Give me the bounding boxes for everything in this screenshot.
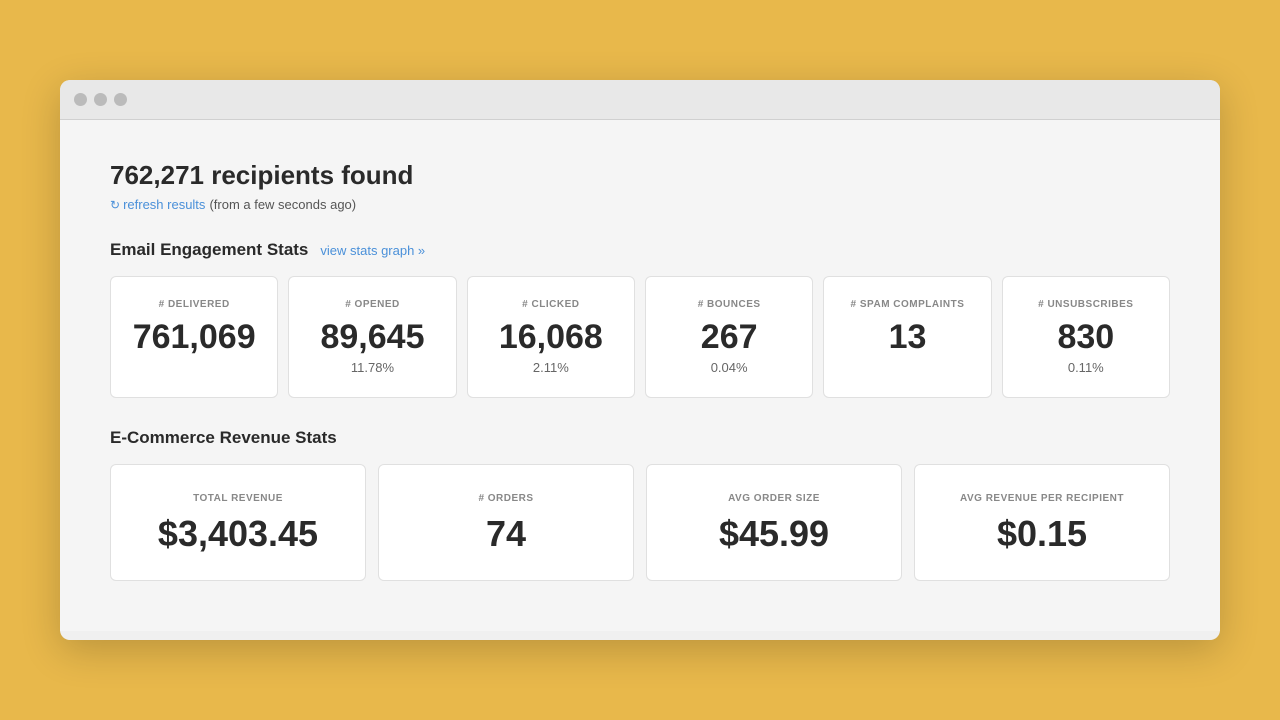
email-stat-card-0: # DELIVERED 761,069 (110, 276, 278, 398)
email-stat-card-1: # OPENED 89,645 11.78% (288, 276, 456, 398)
revenue-card-3: AVG REVENUE PER RECIPIENT $0.15 (914, 464, 1170, 581)
window-dot-yellow (94, 93, 107, 106)
refresh-icon: ↻ (110, 198, 120, 212)
refresh-link[interactable]: ↻ refresh results (110, 197, 205, 212)
stat-label-0: # DELIVERED (159, 299, 230, 310)
revenue-label-3: AVG REVENUE PER RECIPIENT (960, 493, 1124, 504)
email-stat-card-3: # BOUNCES 267 0.04% (645, 276, 813, 398)
revenue-card-0: TOTAL REVENUE $3,403.45 (110, 464, 366, 581)
stat-value-4: 13 (889, 320, 927, 354)
recipients-title: 762,271 recipients found (110, 160, 1170, 191)
stat-value-5: 830 (1057, 320, 1114, 354)
stat-percent-5: 0.11% (1068, 360, 1104, 375)
revenue-stats-title: E-Commerce Revenue Stats (110, 428, 337, 448)
email-stats-row: # DELIVERED761,069# OPENED89,64511.78%# … (110, 276, 1170, 398)
titlebar (60, 80, 1220, 120)
stat-value-0: 761,069 (133, 320, 256, 354)
window-dot-red (74, 93, 87, 106)
revenue-stats-header: E-Commerce Revenue Stats (110, 428, 1170, 448)
stat-percent-1: 11.78% (351, 360, 394, 375)
email-stats-title: Email Engagement Stats (110, 240, 308, 260)
revenue-stats-row: TOTAL REVENUE $3,403.45 # ORDERS 74 AVG ORDE… (110, 464, 1170, 581)
stat-value-2: 16,068 (499, 320, 603, 354)
email-stats-header: Email Engagement Stats view stats graph … (110, 240, 1170, 260)
revenue-card-1: # ORDERS 74 (378, 464, 634, 581)
revenue-label-1: # ORDERS (478, 493, 533, 504)
refresh-time: (from a few seconds ago) (209, 197, 356, 212)
revenue-label-2: AVG ORDER SIZE (728, 493, 820, 504)
revenue-card-2: AVG ORDER SIZE $45.99 (646, 464, 902, 581)
refresh-label: refresh results (123, 197, 205, 212)
email-stat-card-2: # CLICKED 16,068 2.11% (467, 276, 635, 398)
stat-label-2: # CLICKED (522, 299, 579, 310)
refresh-row: ↻ refresh results (from a few seconds ag… (110, 197, 1170, 212)
revenue-value-1: 74 (486, 516, 526, 552)
revenue-value-2: $45.99 (719, 516, 829, 552)
email-stat-card-4: # SPAM COMPLAINTS 13 (823, 276, 991, 398)
stat-label-5: # UNSUBSCRIBES (1038, 299, 1133, 310)
revenue-value-0: $3,403.45 (158, 516, 318, 552)
view-graph-link[interactable]: view stats graph » (320, 243, 425, 258)
stat-label-3: # BOUNCES (698, 299, 761, 310)
stat-percent-3: 0.04% (711, 360, 748, 375)
browser-window: 762,271 recipients found ↻ refresh resul… (60, 80, 1220, 640)
stat-percent-2: 2.11% (533, 360, 569, 375)
revenue-value-3: $0.15 (997, 516, 1087, 552)
stat-value-3: 267 (701, 320, 758, 354)
window-dot-green (114, 93, 127, 106)
stat-value-1: 89,645 (320, 320, 424, 354)
stat-label-1: # OPENED (345, 299, 400, 310)
main-content: 762,271 recipients found ↻ refresh resul… (60, 120, 1220, 631)
stat-label-4: # SPAM COMPLAINTS (851, 299, 965, 310)
email-stat-card-5: # UNSUBSCRIBES 830 0.11% (1002, 276, 1170, 398)
revenue-label-0: TOTAL REVENUE (193, 493, 283, 504)
